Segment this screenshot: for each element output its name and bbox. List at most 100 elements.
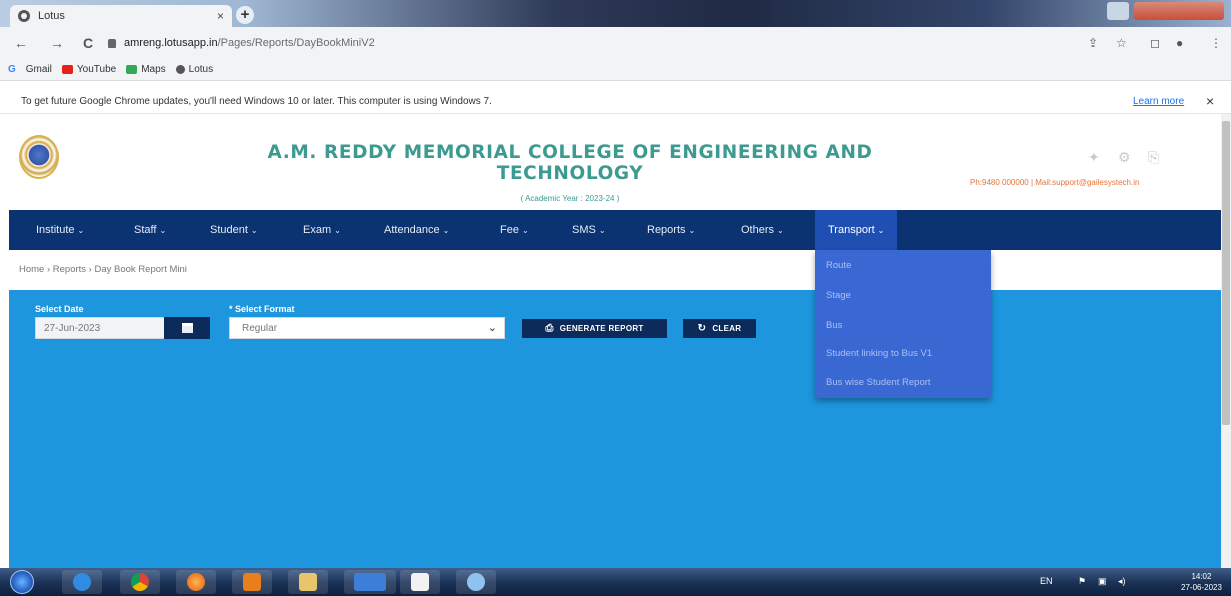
snipping-tool-icon[interactable] — [456, 570, 496, 594]
nav-sms[interactable]: SMS ⌄ — [572, 210, 606, 250]
clock-date: 27-06-2023 — [1181, 583, 1222, 592]
menu-item-bus[interactable]: Bus — [826, 320, 842, 331]
tray-flag-icon[interactable]: ⚑ — [1078, 576, 1086, 587]
tab-close-icon[interactable]: × — [217, 9, 224, 23]
maps-icon — [126, 65, 138, 74]
chevron-down-icon: ⌄ — [598, 226, 606, 235]
file-explorer-icon[interactable] — [288, 570, 328, 594]
menu-dots-icon[interactable]: ⋮ — [1210, 36, 1222, 50]
folder-glyph — [299, 573, 317, 591]
paint-icon[interactable] — [400, 570, 440, 594]
nav-staff[interactable]: Staff ⌄ — [134, 210, 166, 250]
learn-more-link[interactable]: Learn more — [1133, 96, 1184, 107]
nav-fee[interactable]: Fee ⌄ — [500, 210, 529, 250]
chrome-icon[interactable] — [120, 570, 160, 594]
nav-student[interactable]: Student ⌄ — [210, 210, 258, 250]
ie-glyph — [73, 573, 91, 591]
forward-arrow-icon[interactable]: → — [50, 35, 64, 51]
chrome-glyph — [131, 573, 149, 591]
media-player-icon[interactable] — [232, 570, 272, 594]
window-controls[interactable] — [1134, 2, 1224, 20]
bookmark-gmail[interactable]: Gmail — [26, 64, 52, 75]
nav-label: Attendance — [384, 224, 440, 236]
college-logo — [19, 135, 59, 179]
windows-taskbar: EN ⚑ ▣ ◂) 14:02 27-06-2023 — [0, 568, 1231, 596]
bookmark-star-icon[interactable]: ☆ — [1116, 36, 1127, 50]
info-close-icon[interactable]: × — [1206, 93, 1214, 109]
url-host: amreng.lotusapp.in — [124, 37, 218, 49]
format-select[interactable]: Regular ⌄ — [229, 317, 505, 339]
ie-icon[interactable] — [62, 570, 102, 594]
nav-label: SMS — [572, 224, 596, 236]
firefox-glyph — [187, 573, 205, 591]
transport-dropdown: Route Stage Bus Student linking to Bus V… — [815, 250, 991, 398]
tab-title: Lotus — [38, 10, 65, 22]
nav-label: Staff — [134, 224, 157, 236]
menu-item-stage[interactable]: Stage — [826, 290, 851, 301]
print-icon: ⎙ — [545, 323, 554, 334]
taskbar-clock[interactable]: 14:02 27-06-2023 — [1181, 571, 1222, 593]
nav-others[interactable]: Others ⌄ — [741, 210, 784, 250]
select-date-label: Select Date — [35, 304, 84, 314]
pin-icon[interactable]: ✦ — [1088, 149, 1100, 166]
lotus-favicon-icon — [18, 10, 30, 22]
browser-tab[interactable]: Lotus × — [10, 5, 232, 27]
menu-item-bus-wise-report[interactable]: Bus wise Student Report — [826, 377, 931, 388]
new-tab-button[interactable]: + — [236, 6, 254, 24]
nav-institute[interactable]: Institute ⌄ — [36, 210, 84, 250]
main-nav: Institute ⌄ Staff ⌄ Student ⌄ Exam ⌄ Attenda… — [9, 210, 1221, 250]
windows-start-icon[interactable] — [10, 570, 34, 594]
generate-report-button[interactable]: ⎙ GENERATE REPORT — [522, 319, 667, 338]
bookmark-youtube[interactable]: YouTube — [61, 64, 116, 75]
menu-item-route[interactable]: Route — [826, 260, 851, 271]
media-glyph — [243, 573, 261, 591]
back-arrow-icon[interactable]: ← — [14, 35, 28, 51]
bookmark-lotus[interactable]: Lotus — [175, 64, 213, 75]
lock-icon — [108, 38, 116, 48]
network-icon[interactable]: ▣ — [1098, 576, 1107, 587]
url-field[interactable]: amreng.lotusapp.in /Pages/Reports/DayBoo… — [108, 32, 1068, 54]
date-field[interactable]: 27-Jun-2023 — [35, 317, 165, 339]
address-bar-row: ← → C amreng.lotusapp.in /Pages/Reports/… — [0, 27, 1231, 59]
chevron-down-icon: ⌄ — [334, 226, 341, 235]
academic-year: ( Academic Year : 2023-24 ) — [520, 194, 620, 203]
nav-exam[interactable]: Exam ⌄ — [303, 210, 341, 250]
firefox-icon[interactable] — [176, 570, 216, 594]
bookmark-label: Maps — [141, 64, 166, 75]
chevron-down-icon: ⌄ — [877, 226, 885, 235]
nav-transport[interactable]: Transport ⌄ — [815, 210, 898, 250]
nav-label: Exam — [303, 224, 332, 236]
clear-label: CLEAR — [712, 324, 742, 333]
share-icon[interactable]: ⇪ — [1088, 36, 1098, 50]
calendar-button[interactable] — [164, 317, 210, 339]
select-format-label: * Select Format — [229, 304, 295, 314]
reload-icon[interactable]: C — [83, 35, 93, 51]
chevron-down-icon: ⌄ — [77, 226, 85, 235]
window-minimize-button[interactable] — [1107, 2, 1129, 20]
apps-icon[interactable]: G — [8, 64, 16, 75]
language-indicator[interactable]: EN — [1040, 576, 1053, 586]
breadcrumb[interactable]: Home › Reports › Day Book Report Mini — [19, 264, 187, 275]
paint-glyph — [411, 573, 429, 591]
app-window-icon[interactable] — [344, 570, 396, 594]
clear-button[interactable]: ↻ CLEAR — [683, 319, 756, 338]
settings-gear-icon[interactable]: ⚙ — [1118, 149, 1131, 166]
nav-reports[interactable]: Reports ⌄ — [647, 210, 695, 250]
chevron-down-icon: ⌄ — [250, 226, 258, 235]
calendar-icon — [181, 323, 193, 333]
logout-icon[interactable]: ⎘ — [1148, 149, 1159, 166]
scrollbar-thumb[interactable] — [1222, 121, 1230, 425]
menu-item-student-linking[interactable]: Student linking to Bus V1 — [826, 348, 932, 359]
extensions-icon[interactable]: ◻ — [1150, 36, 1160, 50]
volume-icon[interactable]: ◂) — [1118, 576, 1126, 587]
bookmark-maps[interactable]: Maps — [126, 64, 166, 75]
college-title: A.M. REDDY MEMORIAL COLLEGE OF ENGINEERI… — [267, 142, 873, 184]
chevron-down-icon: ⌄ — [159, 226, 167, 235]
refresh-icon: ↻ — [697, 323, 707, 334]
nav-label: Institute — [36, 224, 75, 236]
bookmark-label: Gmail — [25, 64, 52, 75]
browser-tab-strip: Lotus × + — [0, 0, 1231, 27]
nav-attendance[interactable]: Attendance ⌄ — [384, 210, 449, 250]
profile-icon[interactable]: ● — [1176, 36, 1183, 50]
update-info-bar: To get future Google Chrome updates, you… — [0, 90, 1231, 114]
